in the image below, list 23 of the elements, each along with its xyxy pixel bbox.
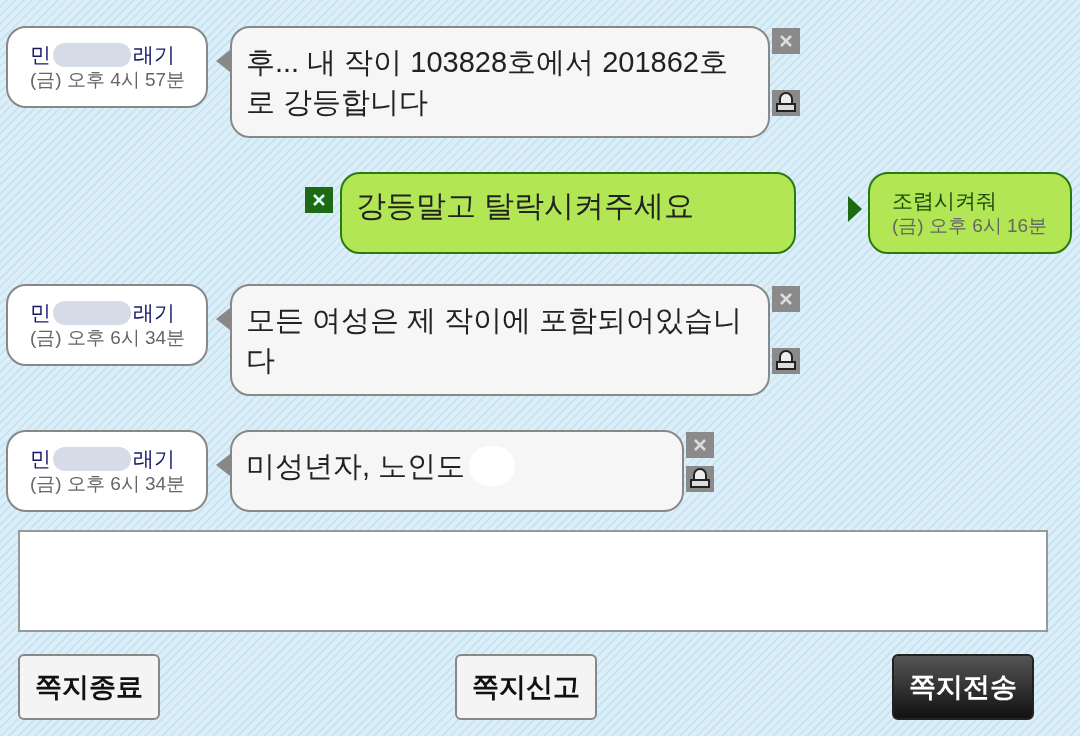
lock-icon[interactable] (772, 90, 800, 116)
sender-name: 래기 (133, 42, 175, 68)
sender-name: 조렵시켜줘 (892, 188, 997, 214)
sender-name: 민 (30, 42, 51, 68)
close-icon[interactable] (305, 187, 333, 213)
sender-name: 민 (30, 446, 51, 472)
sender-name: 래기 (133, 300, 175, 326)
message-input[interactable] (18, 530, 1048, 632)
action-button[interactable]: 쪽지신고 (455, 654, 597, 720)
lock-icon[interactable] (772, 348, 800, 374)
message-text: 후... 내 작이 103828호에서 201862호로 강등합니다 (246, 45, 729, 120)
message-text: 강등말고 탈락시켜주세요 (356, 189, 695, 222)
message-text: 미성년자, 노인도 (246, 449, 466, 484)
message-time: (금) 오후 6시 34분 (30, 472, 187, 496)
message-time: (금) 오후 6시 16분 (892, 214, 1049, 238)
action-button[interactable]: 쪽지전송 (892, 654, 1034, 720)
action-button[interactable]: 쪽지종료 (18, 654, 160, 720)
message-time: (금) 오후 6시 34분 (30, 326, 187, 350)
message-text: 모든 여성은 제 작이에 포함되어있습니다 (246, 303, 744, 378)
message-time: (금) 오후 4시 57분 (30, 68, 187, 92)
sender-name: 민 (30, 300, 51, 326)
sender-name: 래기 (133, 446, 175, 472)
lock-icon[interactable] (686, 466, 714, 492)
